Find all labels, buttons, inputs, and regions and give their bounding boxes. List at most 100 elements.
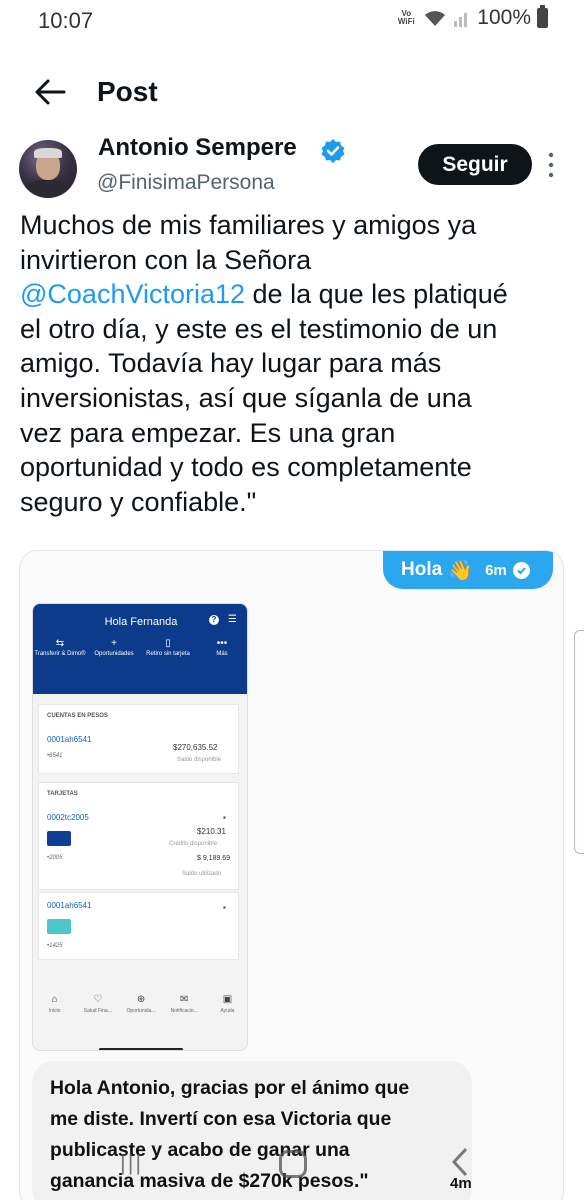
- battery-icon: [537, 5, 548, 28]
- verified-badge-icon: [320, 138, 346, 169]
- bank-action-label: Transferir & Dimo®: [34, 651, 86, 657]
- nav-back-icon[interactable]: [450, 1146, 470, 1183]
- account-id: 0001ah6541: [47, 735, 92, 744]
- top-bar: Post: [0, 62, 584, 122]
- help-icon: ?: [209, 615, 219, 625]
- post-text-segment: invirtieron con la Señora: [20, 244, 312, 275]
- bank-nav-icon: ▣: [222, 994, 233, 1005]
- post-text-segment: vez para empezar. Es una gran: [20, 417, 396, 448]
- post-text-line: inversionistas, así que síganla de una: [20, 381, 568, 416]
- bank-actions: ⇆ Transferir & Dimo® + Oportunidades ▯ Retiro…: [33, 638, 247, 658]
- signal-icon: [453, 9, 471, 27]
- cards-heading: TARJETAS: [47, 791, 78, 797]
- bank-action-icon: ▯: [165, 638, 171, 649]
- bank-bottom-nav: ⌂ Inicio ♡ Salud Fina... ⊕ Oportunida... ✉ Noti…: [33, 994, 247, 1034]
- post-text-line: el otro día, y este es el testimonio de …: [20, 312, 568, 347]
- bank-nav-item: ⊕ Oportunida...: [119, 994, 162, 1034]
- battery-level: 100%: [477, 6, 531, 29]
- vowifi-indicator: Vo WiFi: [397, 9, 415, 26]
- bank-nav-icon: ♡: [93, 994, 103, 1005]
- accounts-heading: CUENTAS EN PESOS: [47, 713, 108, 719]
- bank-nav-icon: ⌂: [51, 994, 58, 1005]
- account-suffix: •6541: [47, 753, 63, 759]
- bank-action-label: Retiro sin tarjeta: [146, 651, 190, 657]
- card2-suffix: •1425: [47, 943, 63, 949]
- card1-image: [47, 831, 71, 846]
- hola-message-bubble: Hola 👋 6m: [383, 551, 553, 589]
- cards-card: TARJETAS 0002tc2005 •2005 ▪ $210.31 Créd…: [38, 782, 239, 890]
- card2-card: 0001ah6541 •1425 ▪: [38, 892, 239, 960]
- card1-id: 0002tc2005: [47, 813, 89, 822]
- account-balance: $270,635.52: [173, 743, 218, 752]
- follow-button[interactable]: Seguir: [418, 144, 532, 185]
- hola-message-text: Hola: [401, 559, 443, 580]
- status-time: 10:07: [38, 8, 94, 33]
- post-text-line: seguro y confiable.": [20, 485, 568, 520]
- card1-action-icon: ▪: [223, 813, 226, 822]
- post-text-line: @CoachVictoria12 de la que les platiqué: [20, 277, 568, 312]
- post-text-line: invirtieron con la Señora: [20, 243, 568, 278]
- bank-nav-label: Oportunida...: [126, 1008, 156, 1014]
- post-text-segment: de la que les platiqué: [245, 279, 508, 310]
- card2-image: [47, 919, 71, 934]
- bank-app-screenshot: Hola Fernanda ? ☰ ⇆ Transferir & Dimo® + Op…: [32, 603, 248, 1051]
- card1-credit-caption: Crédito disponible: [169, 841, 218, 847]
- post-text-segment: inversionistas, así que síganla de una: [20, 382, 472, 413]
- account-balance-caption: Saldo disponible: [177, 757, 222, 763]
- bank-action-icon: •••: [216, 638, 228, 649]
- card1-credit: $210.31: [197, 827, 226, 836]
- post-text-line: Muchos de mis familiares y amigos ya: [20, 208, 568, 243]
- author-name[interactable]: Antonio Sempere: [98, 134, 297, 162]
- message-time: 6m: [485, 561, 507, 579]
- bank-header: Hola Fernanda ? ☰ ⇆ Transferir & Dimo® + Op…: [33, 604, 247, 694]
- post-text-segment: el otro día, y este es el testimonio de …: [20, 313, 498, 344]
- post-text-line: amigo. Todavía hay lugar para más: [20, 346, 568, 381]
- card1-used-caption: Saldo utilizado: [182, 871, 222, 877]
- bank-action-icon: ⇆: [55, 638, 65, 649]
- bank-nav-item: ✉ Notificacio...: [163, 994, 206, 1034]
- reply-text-line: me diste. Invertí con esa Victoria que: [50, 1108, 392, 1130]
- post-text-segment: amigo. Todavía hay lugar para más: [20, 348, 442, 379]
- more-options-icon[interactable]: [547, 152, 555, 183]
- bank-nav-icon: ⊕: [136, 994, 146, 1005]
- bank-action-icon: +: [111, 638, 117, 649]
- page-title: Post: [97, 76, 158, 107]
- bank-action-label: Más: [216, 651, 228, 657]
- bank-nav-item: ♡ Salud Fina...: [76, 994, 119, 1034]
- accounts-card: CUENTAS EN PESOS 0001ah6541 •6541 $270,6…: [38, 704, 239, 774]
- post-text: Muchos de mis familiares y amigos ya invi…: [20, 208, 568, 519]
- scroll-handle[interactable]: [574, 630, 584, 854]
- post-media-image[interactable]: Hola 👋 6m Hola Fernanda ? ☰ ⇆ Transferir …: [19, 550, 564, 1200]
- bank-nav-label: Salud Fina...: [83, 1008, 112, 1014]
- post-text-line: oportunidad y todo es completamente: [20, 450, 568, 485]
- bank-action-item: ⇆ Transferir & Dimo®: [33, 638, 87, 658]
- bank-nav-item: ⌂ Inicio: [33, 994, 76, 1034]
- card2-action-icon: ▪: [223, 903, 226, 912]
- post-text-segment: seguro y confiable.": [20, 486, 257, 517]
- card2-id: 0001ah6541: [47, 901, 92, 910]
- bank-nav-label: Notificacio...: [170, 1008, 198, 1014]
- bank-action-label: Oportunidades: [94, 651, 134, 657]
- bank-nav-label: Ayuda: [220, 1008, 235, 1014]
- mention-link[interactable]: @CoachVictoria12: [20, 279, 245, 309]
- home-indicator: [99, 1048, 183, 1050]
- recent-apps-icon[interactable]: |||: [120, 1150, 143, 1176]
- card1-used: $ 9,189.69: [197, 855, 231, 862]
- status-icons: Vo WiFi 100%: [395, 5, 548, 30]
- back-arrow-icon[interactable]: [34, 78, 66, 111]
- bank-nav-icon: ✉: [180, 994, 189, 1005]
- read-check-icon: [512, 561, 530, 579]
- author-handle[interactable]: @FinisimaPersona: [97, 171, 275, 195]
- wifi-icon: [423, 8, 447, 28]
- bank-nav-label: Inicio: [48, 1008, 61, 1014]
- waving-hand-icon: 👋: [448, 559, 474, 582]
- post-text-segment: oportunidad y todo es completamente: [20, 452, 472, 483]
- bank-nav-item: ▣ Ayuda: [206, 994, 247, 1034]
- bank-action-item: ••• Más: [195, 638, 247, 658]
- post-text-segment: Muchos de mis familiares y amigos ya: [20, 210, 477, 240]
- menu-icon: ☰: [228, 614, 237, 625]
- status-bar: 10:07 Vo WiFi 100%: [0, 0, 584, 42]
- bank-action-item: ▯ Retiro sin tarjeta: [141, 638, 195, 658]
- avatar[interactable]: [19, 140, 77, 198]
- home-icon[interactable]: [279, 1150, 307, 1178]
